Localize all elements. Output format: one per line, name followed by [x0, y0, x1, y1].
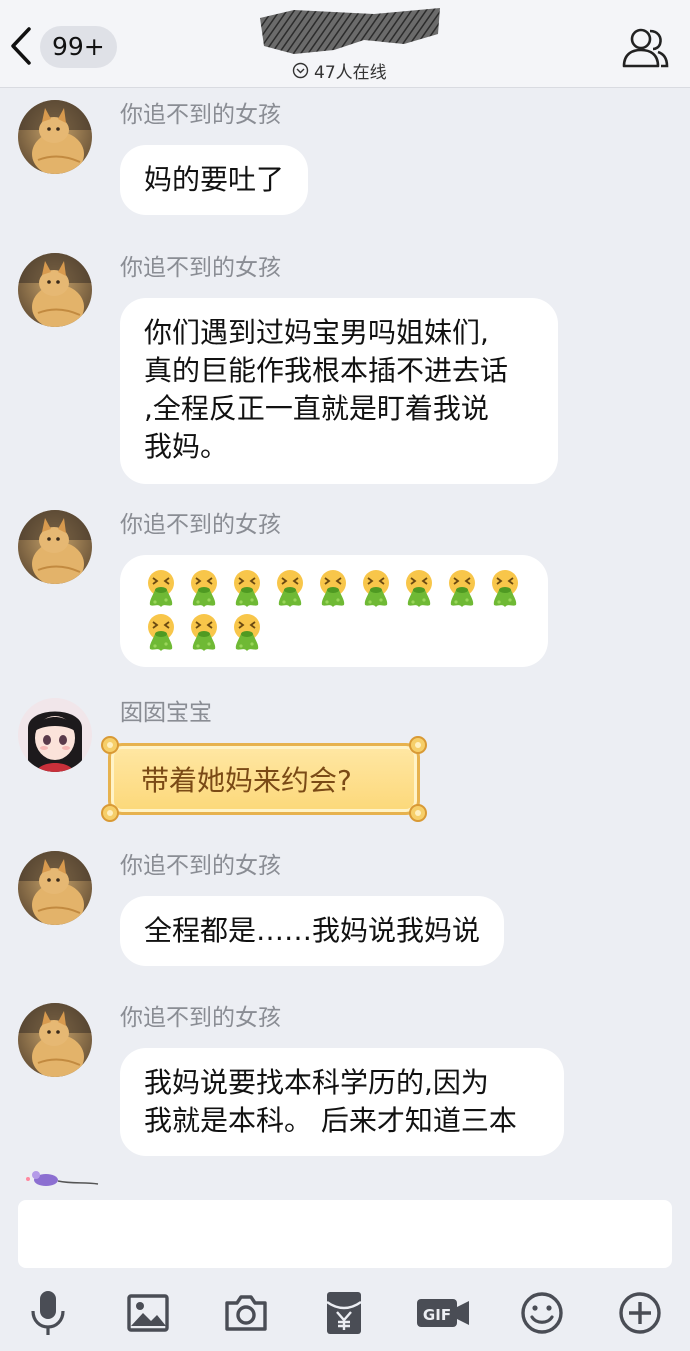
- message-text-line: 我妈。: [144, 430, 229, 463]
- sender-name: 你追不到的女孩: [120, 853, 281, 879]
- message-text-line: 我就是本科。 后来才知道三本: [144, 1104, 517, 1137]
- message-bubble[interactable]: 我妈说要找本科学历的,因为 我就是本科。 后来才知道三本: [120, 1048, 564, 1156]
- emoji-button[interactable]: [516, 1288, 568, 1338]
- avatar[interactable]: [18, 510, 92, 584]
- vomiting-face-emoji: [147, 569, 175, 608]
- message-bubble[interactable]: 全程都是……我妈说我妈说: [120, 896, 505, 966]
- vomiting-face-emoji: [147, 613, 175, 652]
- vomiting-face-emoji: [276, 569, 304, 608]
- ornament-icon: [409, 736, 427, 754]
- avatar[interactable]: [18, 100, 92, 174]
- avatar[interactable]: [18, 851, 92, 925]
- camera-icon: [225, 1295, 267, 1331]
- vomiting-face-emoji: [319, 569, 347, 608]
- chat-header: 99+ 47人在线: [0, 0, 690, 88]
- sender-name: 你追不到的女孩: [120, 1005, 281, 1031]
- sender-name: 你追不到的女孩: [120, 512, 281, 538]
- chevron-down-circle-icon: [292, 62, 309, 78]
- sender-name: 你追不到的女孩: [120, 255, 281, 281]
- svg-text:GIF: GIF: [423, 1306, 451, 1324]
- vomiting-face-emoji: [362, 569, 390, 608]
- vomiting-face-emoji: [190, 569, 218, 608]
- message-text-line: ,全程反正一直就是盯着我说: [144, 392, 489, 425]
- input-toolbar: GIF: [0, 1280, 690, 1346]
- message-text-line: 真的巨能作我根本插不进去话: [144, 354, 509, 387]
- redacted-group-title: [260, 8, 440, 54]
- message-bubble[interactable]: 你们遇到过妈宝男吗姐妹们, 真的巨能作我根本插不进去话 ,全程反正一直就是盯着我…: [120, 298, 558, 484]
- ornament-icon: [409, 804, 427, 822]
- sender-name: 囡囡宝宝: [120, 700, 212, 726]
- red-packet-icon: [326, 1292, 362, 1334]
- online-count-text: 47人在线: [314, 62, 387, 83]
- avatar[interactable]: [18, 698, 92, 772]
- message-input[interactable]: [18, 1200, 672, 1268]
- more-button[interactable]: [614, 1288, 666, 1338]
- gif-icon: GIF: [417, 1299, 469, 1327]
- image-icon: [127, 1294, 169, 1332]
- message-text: 带着她妈来约会?: [141, 764, 352, 797]
- vomiting-face-emoji: [448, 569, 476, 608]
- gif-button[interactable]: GIF: [414, 1288, 472, 1338]
- message-bubble-decorated[interactable]: 带着她妈来约会?: [101, 736, 427, 822]
- vomiting-face-emoji: [233, 613, 261, 652]
- camera-button[interactable]: [220, 1288, 272, 1338]
- vomiting-face-emoji: [405, 569, 433, 608]
- vomiting-face-emoji: [491, 569, 519, 608]
- mouse-sticker-icon: [26, 1171, 99, 1186]
- plus-icon: [619, 1292, 661, 1334]
- emoji-icon: [521, 1292, 563, 1334]
- red-packet-button[interactable]: [318, 1288, 370, 1338]
- avatar[interactable]: [18, 253, 92, 327]
- microphone-icon: [31, 1291, 65, 1335]
- group-members-button[interactable]: [620, 26, 670, 72]
- back-button[interactable]: [6, 24, 36, 68]
- message-text-line: 我妈说要找本科学历的,因为: [144, 1066, 489, 1099]
- message-text: 全程都是……我妈说我妈说: [144, 914, 481, 947]
- message-text-line: 你们遇到过妈宝男吗姐妹们,: [144, 316, 489, 349]
- ornament-icon: [101, 804, 119, 822]
- message-list[interactable]: 你追不到的女孩 妈的要吐了 你追不到的女孩 你们遇到过妈宝男吗姐妹们, 真的巨能…: [0, 88, 690, 1193]
- chevron-left-icon: [11, 27, 31, 65]
- sender-name: 你追不到的女孩: [120, 102, 281, 128]
- emoji-row: [144, 613, 524, 653]
- group-members-icon: [622, 28, 669, 68]
- message-text: 妈的要吐了: [144, 163, 285, 196]
- voice-button[interactable]: [22, 1288, 74, 1338]
- vomiting-face-emoji: [190, 613, 218, 652]
- message-bubble[interactable]: 妈的要吐了: [120, 145, 309, 215]
- online-status[interactable]: 47人在线: [292, 58, 387, 83]
- vomiting-face-emoji: [233, 569, 261, 608]
- image-button[interactable]: [122, 1288, 174, 1338]
- message-bubble[interactable]: [120, 555, 548, 667]
- avatar[interactable]: [18, 1003, 92, 1077]
- unread-count-badge[interactable]: 99+: [40, 26, 117, 68]
- emoji-row: [144, 569, 524, 609]
- ornament-icon: [101, 736, 119, 754]
